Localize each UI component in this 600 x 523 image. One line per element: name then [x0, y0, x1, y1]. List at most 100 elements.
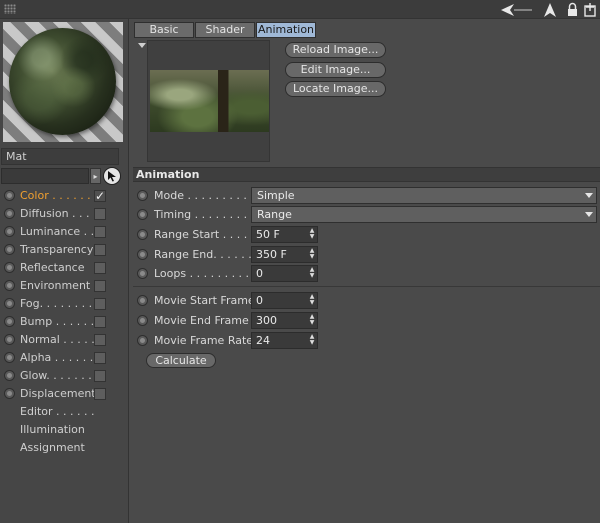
- stepper-arrows-icon[interactable]: ▲ ▼: [309, 314, 315, 327]
- keyframe-radio-icon[interactable]: [137, 315, 148, 326]
- movie-start-input[interactable]: 0 ▲ ▼: [251, 292, 318, 309]
- reload-image-button[interactable]: Reload Image...: [285, 42, 386, 58]
- channel-checkbox[interactable]: [94, 370, 106, 382]
- channel-label[interactable]: Illumination: [20, 423, 85, 436]
- keyframe-radio-icon[interactable]: [4, 316, 15, 327]
- channel-label[interactable]: Reflectance: [20, 261, 85, 274]
- stepper-arrows-icon[interactable]: ▲ ▼: [309, 248, 315, 261]
- keyframe-radio-icon[interactable]: [4, 352, 15, 363]
- cursor-arrow-icon[interactable]: [543, 2, 557, 17]
- keyframe-radio-icon[interactable]: [4, 370, 15, 381]
- range-start-input[interactable]: 50 F ▲ ▼: [251, 226, 318, 243]
- tab-shader[interactable]: Shader: [195, 22, 255, 38]
- mode-dropdown[interactable]: Simple: [251, 187, 597, 204]
- range-end-label: Range End. . . . . .: [154, 248, 252, 261]
- timing-dropdown[interactable]: Range: [251, 206, 597, 223]
- channel-label[interactable]: Assignment: [20, 441, 85, 454]
- stepper-arrows-icon[interactable]: ▲ ▼: [309, 294, 315, 307]
- keyframe-radio-icon[interactable]: [137, 229, 148, 240]
- back-arrow-icon[interactable]: [500, 2, 534, 17]
- keyframe-radio-icon[interactable]: [4, 208, 15, 219]
- keyframe-radio-icon[interactable]: [4, 280, 15, 291]
- channel-label[interactable]: Displacement: [20, 387, 96, 400]
- channel-checkbox[interactable]: [94, 352, 106, 364]
- keyframe-radio-icon[interactable]: [4, 226, 15, 237]
- keyframe-radio-icon[interactable]: [4, 334, 15, 345]
- channel-row[interactable]: Glow. . . . . . .: [0, 367, 128, 385]
- expand-triangle-icon[interactable]: [138, 43, 146, 48]
- channel-checkbox[interactable]: [94, 226, 106, 238]
- channel-row[interactable]: Illumination: [0, 421, 128, 439]
- locate-image-button[interactable]: Locate Image...: [285, 81, 386, 97]
- tab-animation[interactable]: Animation: [256, 22, 316, 38]
- channel-label[interactable]: Alpha . . . . . .: [20, 351, 93, 364]
- animation-section-header[interactable]: Animation: [133, 167, 600, 182]
- channel-label[interactable]: Environment: [20, 279, 90, 292]
- channel-row[interactable]: Normal . . . . .: [0, 331, 128, 349]
- channel-label[interactable]: Fog. . . . . . . .: [20, 297, 92, 310]
- channel-checkbox[interactable]: [94, 208, 106, 220]
- keyframe-radio-icon[interactable]: [137, 190, 148, 201]
- channel-row[interactable]: Diffusion . . .: [0, 205, 128, 223]
- stepper-arrows-icon[interactable]: ▲ ▼: [309, 228, 315, 241]
- stepper-arrows-icon[interactable]: ▲ ▼: [309, 267, 315, 280]
- channel-row[interactable]: Displacement: [0, 385, 128, 403]
- channel-checkbox[interactable]: [94, 262, 106, 274]
- channel-row[interactable]: Color . . . . . . ✓: [0, 187, 128, 205]
- range-end-input[interactable]: 350 F ▲ ▼: [251, 246, 318, 263]
- channel-label[interactable]: Glow. . . . . . .: [20, 369, 92, 382]
- channel-checkbox[interactable]: [94, 388, 106, 400]
- channel-checkbox[interactable]: ✓: [94, 190, 106, 202]
- channel-label[interactable]: Bump . . . . . .: [20, 315, 94, 328]
- keyframe-radio-icon[interactable]: [4, 298, 15, 309]
- movie-end-input[interactable]: 300 ▲ ▼: [251, 312, 318, 329]
- param-row-range-start: Range Start . . . . . 50 F ▲ ▼: [133, 225, 600, 245]
- channel-row[interactable]: Bump . . . . . .: [0, 313, 128, 331]
- channel-checkbox[interactable]: [94, 298, 106, 310]
- channel-label[interactable]: Editor . . . . . .: [20, 405, 95, 418]
- keyframe-radio-icon[interactable]: [137, 335, 148, 346]
- material-name-field[interactable]: Mat: [1, 148, 119, 165]
- param-row-mode: Mode . . . . . . . . . . Simple: [133, 186, 600, 206]
- tab-basic[interactable]: Basic: [134, 22, 194, 38]
- channel-row[interactable]: Assignment: [0, 439, 128, 457]
- keyframe-radio-icon[interactable]: [4, 388, 15, 399]
- channel-row[interactable]: Fog. . . . . . . .: [0, 295, 128, 313]
- channel-row[interactable]: Luminance . .: [0, 223, 128, 241]
- channel-checkbox[interactable]: [94, 244, 106, 256]
- section-title: Animation: [136, 168, 200, 181]
- channel-checkbox[interactable]: [94, 316, 106, 328]
- channel-checkbox[interactable]: [94, 280, 106, 292]
- keyframe-radio-icon[interactable]: [4, 262, 15, 273]
- pick-material-button[interactable]: [103, 167, 121, 185]
- channel-row[interactable]: Transparency: [0, 241, 128, 259]
- channel-label[interactable]: Color . . . . . .: [20, 189, 91, 202]
- keyframe-radio-icon[interactable]: [4, 190, 15, 201]
- movie-rate-label: Movie Frame Rate: [154, 334, 254, 347]
- channel-label[interactable]: Transparency: [20, 243, 93, 256]
- chevron-right-icon[interactable]: ▸: [90, 168, 101, 184]
- lock-icon[interactable]: [566, 2, 578, 17]
- channel-checkbox[interactable]: [94, 334, 106, 346]
- keyframe-radio-icon[interactable]: [137, 209, 148, 220]
- panel-grip-handle[interactable]: [4, 4, 16, 14]
- keyframe-radio-icon[interactable]: [137, 249, 148, 260]
- edit-image-button[interactable]: Edit Image...: [285, 62, 386, 78]
- channel-label[interactable]: Normal . . . . .: [20, 333, 95, 346]
- material-preview[interactable]: [3, 22, 123, 142]
- channel-label[interactable]: Luminance . .: [20, 225, 94, 238]
- movie-rate-input[interactable]: 24 ▲ ▼: [251, 332, 318, 349]
- keyframe-radio-icon[interactable]: [137, 295, 148, 306]
- stepper-arrows-icon[interactable]: ▲ ▼: [309, 334, 315, 347]
- new-window-icon[interactable]: [583, 2, 596, 17]
- calculate-button[interactable]: Calculate: [146, 353, 216, 368]
- channel-label[interactable]: Diffusion . . .: [20, 207, 90, 220]
- material-link-field[interactable]: [1, 168, 89, 184]
- channel-row[interactable]: Editor . . . . . .: [0, 403, 128, 421]
- loops-input[interactable]: 0 ▲ ▼: [251, 265, 318, 282]
- keyframe-radio-icon[interactable]: [4, 244, 15, 255]
- keyframe-radio-icon[interactable]: [137, 268, 148, 279]
- channel-row[interactable]: Reflectance: [0, 259, 128, 277]
- channel-row[interactable]: Alpha . . . . . .: [0, 349, 128, 367]
- channel-row[interactable]: Environment: [0, 277, 128, 295]
